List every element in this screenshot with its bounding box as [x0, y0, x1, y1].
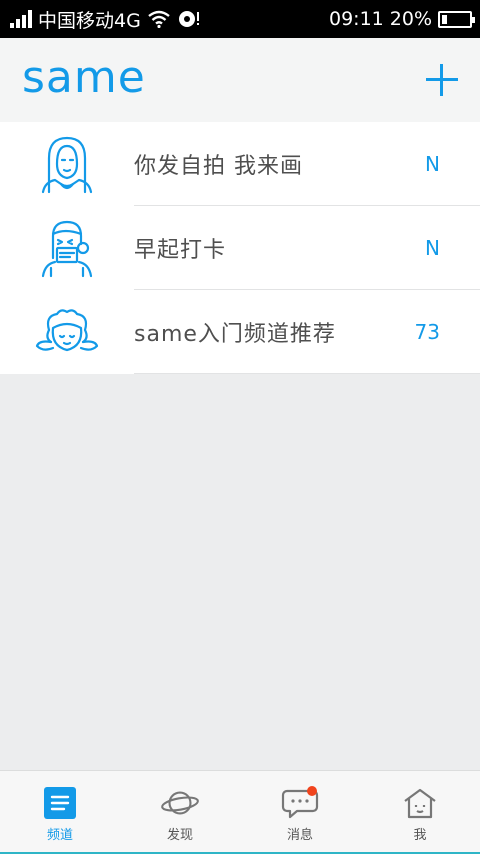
tab-channels[interactable]: 频道 [0, 771, 120, 854]
channel-item[interactable]: 你发自拍 我来画 N [0, 122, 480, 206]
channel-avatar [0, 206, 134, 290]
app-header: same [0, 38, 480, 122]
tab-messages[interactable]: 消息 [240, 771, 360, 854]
unread-badge [307, 786, 317, 796]
carrier-label: 中国移动4G [38, 9, 141, 32]
channel-body: 早起打卡 N [134, 206, 480, 290]
curly-hair-angel-icon [35, 309, 99, 352]
clock: 09:11 [329, 8, 384, 30]
status-bar: 中国移动4G 09:11 20% [0, 0, 480, 38]
channel-body: 你发自拍 我来画 N [134, 122, 480, 206]
tab-label: 我 [413, 828, 427, 843]
status-left: 中国移动4G [10, 6, 201, 33]
tab-label: 频道 [46, 828, 73, 843]
signal-icon [10, 10, 32, 28]
channel-item[interactable]: 早起打卡 N [0, 206, 480, 290]
battery-percent: 20% [389, 8, 432, 30]
tab-icon-wrap [40, 786, 80, 820]
channel-avatar [0, 290, 134, 374]
tab-label: 发现 [166, 828, 193, 843]
mona-lisa-icon [41, 136, 93, 194]
channel-name: same入门频道推荐 [134, 321, 336, 347]
add-channel-button[interactable] [426, 64, 458, 96]
channel-avatar [0, 122, 134, 206]
channel-list: 你发自拍 我来画 N 早起打卡 N same入门频道推荐 73 [0, 122, 480, 374]
tab-discover[interactable]: 发现 [120, 771, 240, 854]
sleepy-person-icon [41, 220, 93, 278]
tab-label: 消息 [286, 828, 313, 843]
tab-icon-wrap [280, 786, 320, 820]
battery-icon [438, 10, 475, 28]
tab-bar: 频道 发现 消息 我 [0, 770, 480, 854]
document-icon [44, 787, 76, 819]
wifi-icon [148, 10, 170, 28]
app-logo: same [22, 52, 146, 103]
house-icon [404, 788, 436, 819]
channel-count: N [425, 151, 440, 176]
status-right: 09:11 20% [329, 8, 475, 30]
channel-body: same入门频道推荐 73 [134, 290, 480, 374]
channel-count: N [425, 235, 440, 260]
sync-icon [178, 11, 199, 27]
channel-count: 73 [414, 319, 440, 344]
channel-name: 早起打卡 [134, 237, 227, 263]
tab-me[interactable]: 我 [360, 771, 480, 854]
tab-icon-wrap [160, 786, 200, 820]
planet-icon [161, 791, 199, 815]
tab-icon-wrap [400, 786, 440, 820]
channel-item[interactable]: same入门频道推荐 73 [0, 290, 480, 374]
channel-name: 你发自拍 我来画 [134, 153, 303, 179]
